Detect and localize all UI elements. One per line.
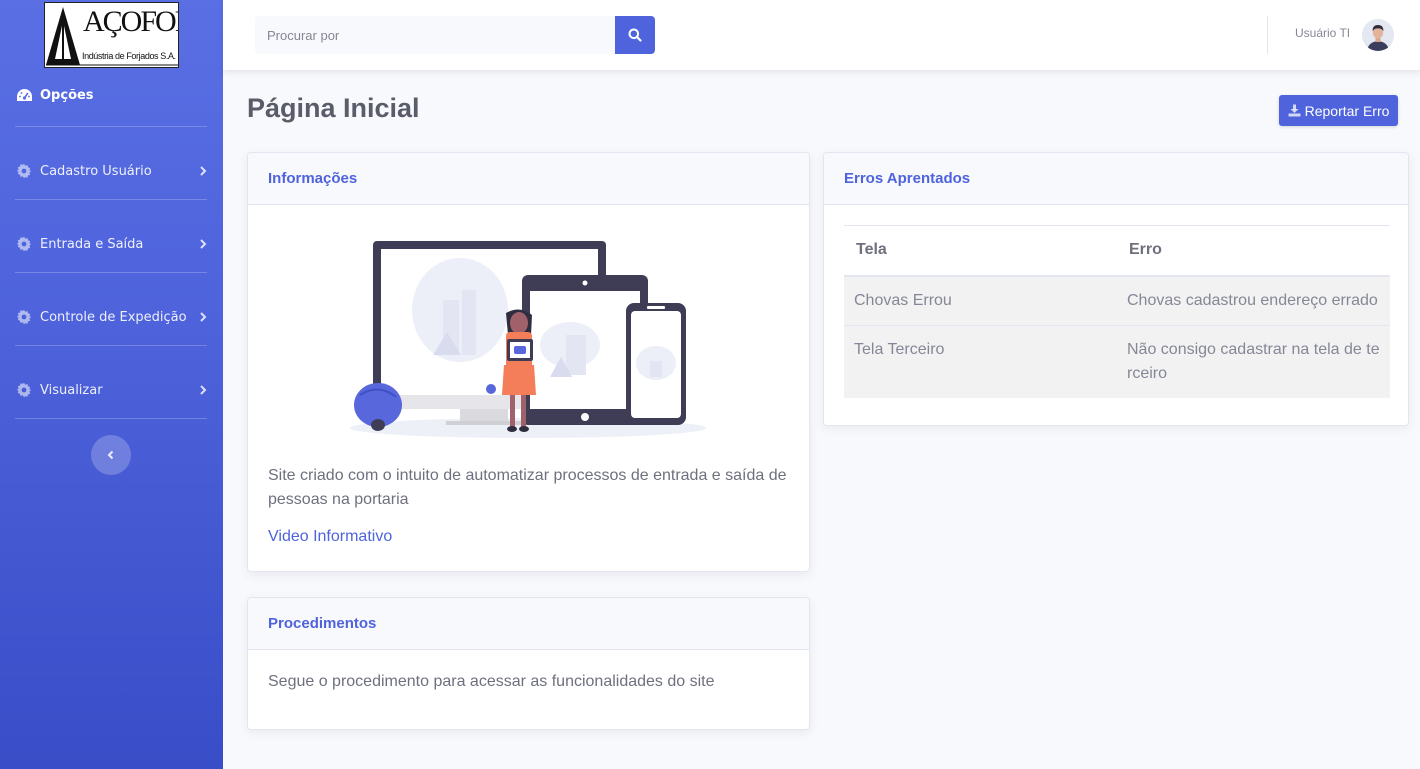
- sidebar-item-label: Visualizar: [40, 382, 103, 398]
- sidebar-item-label: Entrada e Saída: [40, 236, 144, 252]
- errors-table: Tela Erro Chovas Errou Chovas cadastrou …: [844, 225, 1390, 398]
- user-avatar-icon: [1362, 19, 1394, 51]
- chevron-right-icon: [200, 385, 207, 395]
- sidebar-divider: [15, 272, 207, 273]
- procedures-card: Procedimentos Segue o procedimento para …: [247, 597, 810, 730]
- video-info-link[interactable]: Video Informativo: [268, 528, 392, 546]
- info-description: Site criado com o intuito de automatizar…: [268, 467, 787, 508]
- cell-erro: Não consigo cadastrar na tela de te rcei…: [1117, 324, 1390, 398]
- sidebar-item-label: Controle de Expedição: [40, 309, 187, 325]
- user-name[interactable]: Usuário TI: [1295, 26, 1350, 40]
- topbar: Usuário TI: [223, 0, 1420, 70]
- sidebar-item-visualizar[interactable]: Visualizar: [16, 378, 208, 402]
- chevron-right-icon: [200, 166, 207, 176]
- dashboard-gauge-icon: [17, 89, 32, 101]
- logo-subtitle: Indústria de Forjados S.A.: [82, 51, 176, 61]
- sidebar-divider: [15, 199, 207, 200]
- devices-illustration: [350, 241, 706, 438]
- download-icon: [1288, 104, 1301, 117]
- search-button[interactable]: [615, 16, 655, 54]
- sidebar-toggle-button[interactable]: [91, 435, 131, 475]
- gear-icon: [16, 309, 32, 325]
- page-title: Página Inicial: [247, 93, 420, 123]
- gear-icon: [16, 382, 32, 398]
- column-header-erro[interactable]: Erro: [1117, 225, 1390, 277]
- procedures-description: Segue o procedimento para acessar as fun…: [268, 673, 715, 690]
- sidebar-heading-label: Opções: [40, 88, 94, 103]
- report-error-label: Reportar Erro: [1304, 102, 1390, 119]
- search-bar: [255, 16, 655, 54]
- logo-wordmark: AÇOFORJA: [83, 5, 178, 38]
- table-row[interactable]: Chovas Errou Chovas cadastrou endereço e…: [844, 275, 1390, 325]
- sidebar-divider: [15, 418, 207, 419]
- procedures-card-title: Procedimentos: [248, 598, 809, 650]
- sidebar: AÇOFORJA Indústria de Forjados S.A. Opçõ…: [0, 0, 223, 769]
- gear-icon: [16, 236, 32, 252]
- column-header-tela[interactable]: Tela: [844, 225, 1117, 277]
- cell-tela: Chovas Errou: [854, 291, 952, 309]
- search-input[interactable]: [255, 16, 615, 54]
- errors-card: Erros Aprentados Tela Erro Chovas Errou …: [823, 152, 1409, 426]
- search-icon: [628, 28, 642, 42]
- report-error-button[interactable]: Reportar Erro: [1279, 95, 1398, 126]
- info-card-title: Informações: [248, 153, 809, 205]
- cell-tela: Tela Terceiro: [844, 324, 1117, 398]
- cell-erro: Chovas cadastrou endereço errado: [1127, 291, 1378, 309]
- company-logo[interactable]: AÇOFORJA Indústria de Forjados S.A.: [44, 2, 179, 68]
- avatar[interactable]: [1362, 19, 1394, 51]
- topbar-divider: [1267, 16, 1268, 54]
- sidebar-item-controle-expedicao[interactable]: Controle de Expedição: [16, 305, 208, 329]
- chevron-right-icon: [200, 312, 207, 322]
- table-row[interactable]: Tela Terceiro Não consigo cadastrar na t…: [844, 324, 1390, 398]
- sidebar-divider: [15, 345, 207, 346]
- chevron-left-icon: [107, 450, 114, 460]
- sidebar-item-cadastro-usuario[interactable]: Cadastro Usuário: [16, 159, 208, 183]
- sidebar-item-label: Cadastro Usuário: [40, 163, 152, 179]
- sidebar-divider: [15, 126, 207, 127]
- sidebar-heading[interactable]: Opções: [16, 88, 94, 103]
- sidebar-item-entrada-saida[interactable]: Entrada e Saída: [16, 232, 208, 256]
- info-card: Informações Site criado com o intuito de…: [247, 152, 810, 572]
- errors-card-title: Erros Aprentados: [824, 153, 1408, 205]
- gear-icon: [16, 163, 32, 179]
- chevron-right-icon: [200, 239, 207, 249]
